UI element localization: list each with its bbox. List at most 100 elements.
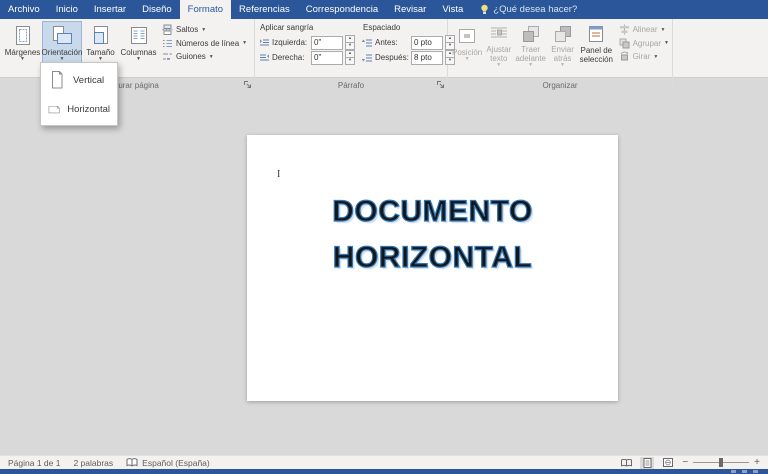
numeros-de-linea-button[interactable]: Números de línea ▼ bbox=[162, 38, 247, 49]
tell-me-label: ¿Qué desea hacer? bbox=[493, 4, 577, 15]
espaciado-antes-row: Antes: 0 pto ▲▼ bbox=[362, 35, 455, 50]
spacing-after-icon bbox=[362, 53, 373, 63]
espaciado-antes-input[interactable]: 0 pto bbox=[411, 36, 443, 50]
chevron-down-icon: ▼ bbox=[560, 63, 565, 69]
zoom-in-button[interactable]: + bbox=[754, 458, 760, 468]
zoom-out-button[interactable]: − bbox=[682, 458, 688, 468]
antes-label: Antes: bbox=[375, 38, 409, 47]
traer-adelante-button[interactable]: Traer adelante ▼ bbox=[514, 21, 547, 65]
word-count-indicator[interactable]: 2 palabras bbox=[73, 458, 113, 468]
document-title: DOCUMENTO HORIZONTAL bbox=[247, 189, 618, 281]
menu-item-vertical[interactable]: Vertical bbox=[42, 65, 116, 95]
tab-diseno[interactable]: Diseño bbox=[134, 0, 180, 19]
menu-item-vertical-label: Vertical bbox=[73, 75, 104, 86]
tab-archivo[interactable]: Archivo bbox=[0, 0, 48, 19]
tab-correspondencia[interactable]: Correspondencia bbox=[298, 0, 386, 19]
tab-inicio[interactable]: Inicio bbox=[48, 0, 86, 19]
page-count-indicator[interactable]: Página 1 de 1 bbox=[8, 458, 60, 468]
chevron-down-icon: ▼ bbox=[136, 57, 141, 63]
spin-down-button[interactable]: ▼ bbox=[345, 57, 355, 65]
ribbon-tab-bar: Archivo Inicio Insertar Diseño Formato R… bbox=[0, 0, 768, 19]
espaciado-despues-input[interactable]: 8 pto bbox=[411, 51, 443, 65]
print-layout-icon bbox=[643, 458, 652, 468]
document-page[interactable]: I DOCUMENTO HORIZONTAL bbox=[247, 135, 618, 401]
group-label-configurar-pagina: Configurar página bbox=[0, 81, 254, 90]
posicion-button[interactable]: Posición ▼ bbox=[451, 21, 483, 65]
sangria-izquierda-row: Izquierda: 0" ▲▼ bbox=[259, 35, 355, 50]
group-objects-icon bbox=[619, 38, 630, 49]
position-icon bbox=[456, 25, 478, 47]
tab-insertar[interactable]: Insertar bbox=[86, 0, 134, 19]
chevron-down-icon: ▼ bbox=[465, 57, 470, 63]
derecha-label: Derecha: bbox=[272, 53, 309, 62]
columnas-button[interactable]: Columnas ▼ bbox=[119, 21, 158, 65]
dialog-launcher-icon[interactable] bbox=[243, 80, 252, 89]
sangria-derecha-input[interactable]: 0" bbox=[311, 51, 343, 65]
agrupar-button[interactable]: Agrupar ▼ bbox=[619, 38, 669, 49]
aplicar-sangria-header: Aplicar sangría bbox=[260, 23, 355, 32]
align-icon bbox=[619, 24, 630, 35]
orientacion-button[interactable]: Orientación ▼ bbox=[42, 21, 82, 65]
group-organizar: Posición ▼ Ajustar texto ▼ Traer adelant… bbox=[448, 19, 673, 91]
read-mode-icon bbox=[621, 459, 632, 467]
zoom-slider-thumb[interactable] bbox=[719, 458, 723, 467]
tab-revisar[interactable]: Revisar bbox=[386, 0, 434, 19]
enviar-atras-label: Enviar atrás bbox=[548, 45, 577, 63]
print-layout-button[interactable] bbox=[640, 457, 654, 469]
dialog-launcher-icon[interactable] bbox=[436, 80, 445, 89]
text-cursor: I bbox=[277, 169, 280, 180]
document-canvas[interactable]: I DOCUMENTO HORIZONTAL bbox=[0, 78, 768, 455]
web-layout-button[interactable] bbox=[661, 457, 675, 469]
word-window: Archivo Inicio Insertar Diseño Formato R… bbox=[0, 0, 768, 474]
sangria-izquierda-spinner: ▲▼ bbox=[345, 36, 355, 50]
ajustar-texto-button[interactable]: Ajustar texto ▼ bbox=[483, 21, 514, 65]
saltos-button[interactable]: Saltos ▼ bbox=[162, 24, 247, 35]
zoom-slider[interactable] bbox=[693, 462, 749, 463]
group-label-organizar: Organizar bbox=[448, 81, 672, 90]
bring-forward-icon bbox=[520, 23, 542, 45]
chevron-down-icon: ▼ bbox=[664, 40, 669, 46]
language-indicator[interactable]: Español (España) bbox=[126, 458, 210, 468]
girar-label: Girar bbox=[633, 52, 651, 61]
lightbulb-icon bbox=[480, 4, 489, 16]
despues-label: Después: bbox=[375, 53, 409, 62]
language-label: Español (España) bbox=[142, 458, 210, 468]
send-backward-icon bbox=[552, 23, 574, 45]
selection-pane-icon bbox=[585, 23, 607, 45]
spacing-before-icon bbox=[362, 38, 373, 48]
chevron-down-icon: ▼ bbox=[20, 57, 25, 63]
agrupar-label: Agrupar bbox=[633, 39, 661, 48]
page-break-icon bbox=[162, 24, 173, 35]
enviar-atras-button[interactable]: Enviar atrás ▼ bbox=[547, 21, 578, 65]
hyphenation-icon bbox=[162, 51, 173, 62]
chevron-down-icon: ▼ bbox=[201, 27, 206, 33]
girar-button[interactable]: Girar ▼ bbox=[619, 51, 669, 62]
saltos-label: Saltos bbox=[176, 25, 198, 34]
spin-down-button[interactable]: ▼ bbox=[345, 42, 355, 50]
alinear-button[interactable]: Alinear ▼ bbox=[619, 24, 669, 35]
margins-icon bbox=[11, 24, 35, 48]
izquierda-label: Izquierda: bbox=[272, 38, 309, 47]
espaciado-despues-row: Después: 8 pto ▲▼ bbox=[362, 50, 455, 65]
guiones-button[interactable]: Guiones ▼ bbox=[162, 51, 247, 62]
ajustar-texto-label: Ajustar texto bbox=[484, 45, 513, 63]
chevron-down-icon: ▼ bbox=[242, 40, 247, 46]
tab-formato[interactable]: Formato bbox=[180, 0, 231, 19]
indent-left-icon bbox=[259, 38, 270, 48]
tab-vista[interactable]: Vista bbox=[434, 0, 471, 19]
tell-me-box[interactable]: ¿Qué desea hacer? bbox=[471, 0, 586, 19]
line-numbers-icon bbox=[162, 38, 173, 49]
traer-adelante-label: Traer adelante bbox=[515, 45, 546, 63]
tray-icon bbox=[731, 470, 736, 473]
menu-item-horizontal[interactable]: Horizontal bbox=[42, 95, 116, 123]
guiones-label: Guiones bbox=[176, 52, 206, 61]
group-parrafo: Aplicar sangría Izquierda: 0" ▲▼ Derecha… bbox=[255, 19, 448, 91]
sangria-derecha-row: Derecha: 0" ▲▼ bbox=[259, 50, 355, 65]
read-mode-button[interactable] bbox=[619, 457, 633, 469]
web-layout-icon bbox=[663, 458, 673, 467]
sangria-izquierda-input[interactable]: 0" bbox=[311, 36, 343, 50]
margenes-button[interactable]: Márgenes ▼ bbox=[3, 21, 42, 65]
panel-de-seleccion-button[interactable]: Panel de selección bbox=[578, 21, 615, 65]
tamano-button[interactable]: Tamaño ▼ bbox=[82, 21, 119, 65]
tab-referencias[interactable]: Referencias bbox=[231, 0, 298, 19]
